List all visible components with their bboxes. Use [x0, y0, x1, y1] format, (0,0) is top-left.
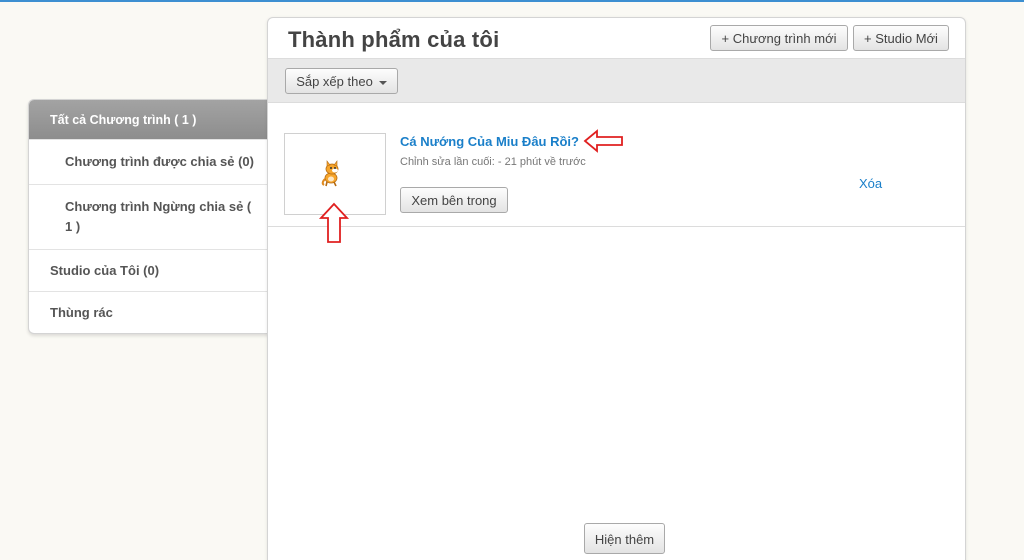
arrow-up-annotation-icon	[318, 202, 350, 243]
sidebar-item-label: Studio của Tôi (0)	[50, 263, 160, 278]
arrow-left-annotation-icon	[583, 129, 623, 153]
load-more-button[interactable]: Hiện thêm	[584, 523, 665, 554]
sidebar: Tất cả Chương trình ( 1 ) Chương trình đ…	[28, 99, 269, 334]
see-inside-button[interactable]: Xem bên trong	[400, 187, 508, 213]
sidebar-item-label: Chương trình được chia sẻ (0)	[65, 154, 254, 169]
project-list-item: Cá Nướng Của Miu Đâu Rồi? Chỉnh sửa lần …	[268, 103, 965, 227]
sidebar-item-label: Chương trình Ngừng chia sẻ ( 1 )	[65, 199, 252, 234]
sidebar-item-all-programs[interactable]: Tất cả Chương trình ( 1 )	[29, 100, 269, 140]
page-title: Thành phẩm của tôi	[288, 27, 500, 52]
project-title-link[interactable]: Cá Nướng Của Miu Đâu Rồi?	[400, 134, 579, 149]
last-edited-text: Chỉnh sửa lần cuối: - 21 phút về trước	[400, 156, 586, 168]
sidebar-item-unshared-programs[interactable]: Chương trình Ngừng chia sẻ ( 1 )	[29, 185, 269, 250]
sidebar-item-my-studios[interactable]: Studio của Tôi (0)	[29, 250, 269, 292]
sidebar-item-trash[interactable]: Thùng rác	[29, 292, 269, 333]
top-accent-bar	[0, 0, 1024, 2]
sort-dropdown-button[interactable]: Sắp xếp theo	[285, 68, 398, 94]
sort-toolbar: Sắp xếp theo	[268, 59, 965, 103]
delete-link[interactable]: Xóa	[859, 176, 882, 191]
new-studio-button[interactable]: + Studio Mới	[853, 25, 949, 51]
page-header: Thành phẩm của tôi + Chương trình mới + …	[268, 18, 965, 59]
sidebar-item-shared-programs[interactable]: Chương trình được chia sẻ (0)	[29, 140, 269, 185]
new-program-button[interactable]: + Chương trình mới	[710, 25, 848, 51]
caret-down-icon	[378, 80, 387, 85]
main-panel: Thành phẩm của tôi + Chương trình mới + …	[267, 17, 966, 560]
sort-label: Sắp xếp theo	[296, 74, 373, 89]
sidebar-item-label: Tất cả Chương trình ( 1 )	[50, 113, 197, 127]
sidebar-item-label: Thùng rác	[50, 305, 113, 320]
